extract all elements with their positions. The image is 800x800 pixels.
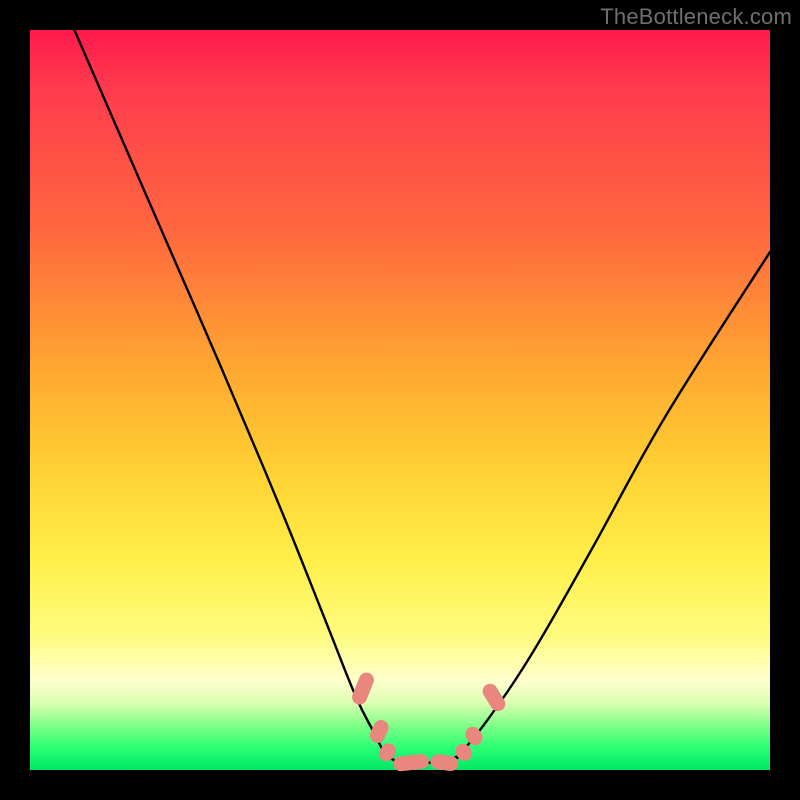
curve-marker: [393, 753, 430, 772]
marker-layer: [350, 670, 508, 772]
curve-path: [74, 30, 770, 763]
curve-marker: [429, 753, 459, 772]
watermark-text: TheBottleneck.com: [600, 4, 792, 30]
chart-frame: TheBottleneck.com: [0, 0, 800, 800]
chart-svg: [30, 30, 770, 770]
bottleneck-curve: [74, 30, 770, 763]
curve-marker: [368, 718, 391, 746]
